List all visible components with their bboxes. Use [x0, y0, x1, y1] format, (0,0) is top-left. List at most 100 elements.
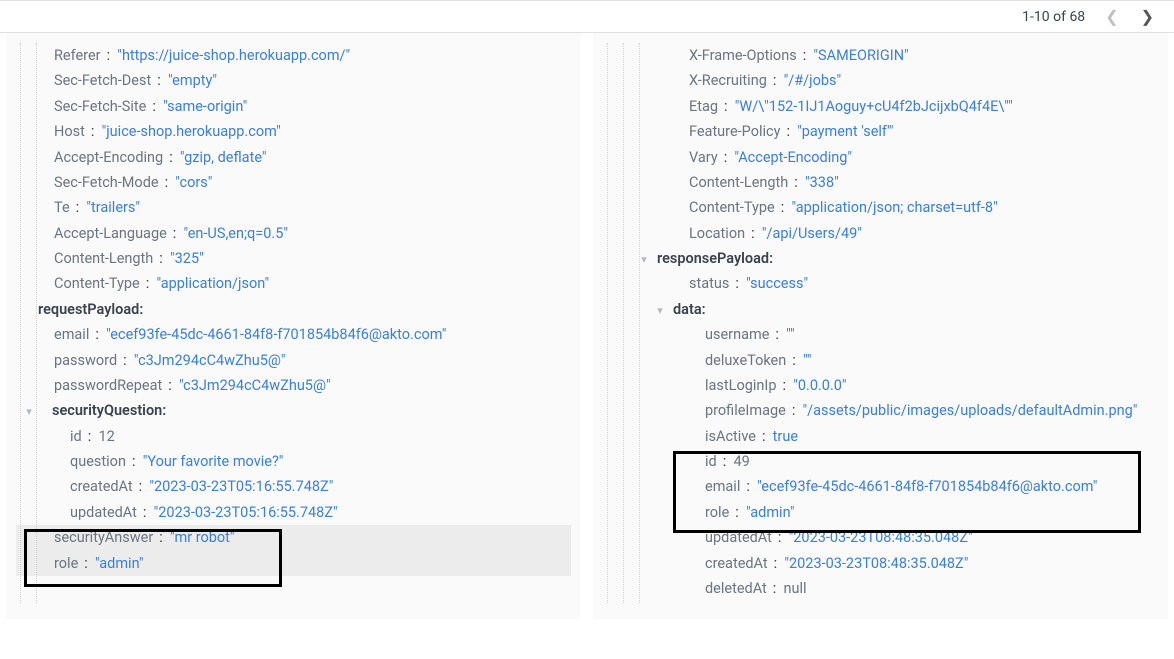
header-val: "trailers"	[86, 195, 140, 220]
section-responsepayload[interactable]: ▾responsePayload:	[603, 246, 1158, 271]
data-isactive-row: isActive: true	[603, 424, 1158, 449]
header-key: X-Frame-Options	[689, 43, 797, 68]
status-val: "success"	[746, 271, 808, 296]
header-val: "en-US,en;q=0.5"	[184, 221, 289, 246]
data-role-row: role: "admin"	[603, 500, 1158, 525]
header-key: Etag	[689, 94, 718, 119]
header-val: "same-origin"	[163, 94, 247, 119]
data-profileimage-row: profileImage: "/assets/public/images/upl…	[603, 398, 1158, 423]
header-row: Accept-Language: "en-US,en;q=0.5"	[16, 221, 571, 246]
header-row: Etag: "W/\"152-1IJ1Aoguy+cU4f2bJcijxbQ4f…	[603, 94, 1158, 119]
header-val: "gzip, deflate"	[180, 145, 267, 170]
sq-key: question	[70, 449, 126, 474]
data-key: updatedAt	[705, 525, 772, 550]
data-lastloginip-row: lastLoginIp: "0.0.0.0"	[603, 373, 1158, 398]
header-val: "SAMEORIGIN"	[813, 43, 908, 68]
header-val: "cors"	[175, 170, 212, 195]
header-val: "juice-shop.herokuapp.com"	[102, 119, 281, 144]
header-key: Feature-Policy	[689, 119, 780, 144]
header-val: "https://juice-shop.herokuapp.com/"	[117, 43, 350, 68]
header-key: Accept-Encoding	[54, 145, 163, 170]
data-key: createdAt	[705, 551, 768, 576]
next-page-icon[interactable]: ❯	[1141, 7, 1154, 26]
data-key: profileImage	[705, 398, 786, 423]
section-label: requestPayload:	[38, 297, 143, 322]
header-val: "payment 'self'"	[797, 119, 893, 144]
data-username-row: username: ""	[603, 322, 1158, 347]
sq-key: createdAt	[70, 474, 133, 499]
header-row: Content-Type: "application/json; charset…	[603, 195, 1158, 220]
data-key: deletedAt	[705, 576, 767, 601]
header-val: "W/\"152-1IJ1Aoguy+cU4f2bJcijxbQ4f4E\""	[735, 94, 1013, 119]
header-row: X-Recruiting: "/#/jobs"	[603, 68, 1158, 93]
data-val: "admin"	[746, 500, 795, 525]
data-deletedat-row: deletedAt: null	[603, 576, 1158, 601]
header-key: Sec-Fetch-Mode	[54, 170, 159, 195]
securityanswer-row: securityAnswer: "mr robot"	[16, 525, 571, 550]
data-updatedat-row: updatedAt: "2023-03-23T08:48:35.048Z"	[603, 525, 1158, 550]
status-key: status	[689, 271, 729, 296]
header-row: Sec-Fetch-Site: "same-origin"	[16, 94, 571, 119]
data-key: deluxeToken	[705, 348, 786, 373]
sq-id-row: id: 12	[16, 424, 571, 449]
data-val: ""	[803, 348, 812, 373]
chevron-down-icon[interactable]: ▾	[653, 301, 667, 320]
header-row: Te: "trailers"	[16, 195, 571, 220]
data-id-row: id: 49	[603, 449, 1158, 474]
header-key: Content-Type	[54, 271, 140, 296]
securityanswer-key: securityAnswer	[54, 525, 153, 550]
data-val: "2023-03-23T08:48:35.048Z"	[784, 551, 968, 576]
content-wrap: Referer: "https://juice-shop.herokuapp.c…	[0, 33, 1174, 625]
payload-val: "c3Jm294cC4wZhu5@"	[134, 348, 286, 373]
section-data[interactable]: ▾ data:	[603, 297, 1158, 322]
prev-page-icon[interactable]: ❮	[1105, 7, 1118, 26]
data-createdat-row: createdAt: "2023-03-23T08:48:35.048Z"	[603, 551, 1158, 576]
data-key: id	[705, 449, 717, 474]
section-securityquestion[interactable]: ▾ securityQuestion:	[16, 398, 571, 423]
status-row: status: "success"	[603, 271, 1158, 296]
data-val: 49	[733, 449, 749, 474]
header-key: Vary	[689, 145, 718, 170]
section-label: securityQuestion:	[52, 398, 166, 423]
header-row: Feature-Policy: "payment 'self'"	[603, 119, 1158, 144]
data-val: true	[773, 424, 798, 449]
sq-val: "2023-03-23T05:16:55.748Z"	[154, 500, 338, 525]
chevron-down-icon[interactable]: ▾	[22, 402, 36, 421]
role-val: "admin"	[95, 551, 144, 576]
header-row: Vary: "Accept-Encoding"	[603, 145, 1158, 170]
header-row: X-Frame-Options: "SAMEORIGIN"	[603, 43, 1158, 68]
header-val: "empty"	[168, 68, 217, 93]
header-row: Content-Length: "325"	[16, 246, 571, 271]
section-label: responsePayload:	[657, 246, 773, 271]
section-requestpayload: requestPayload:	[16, 297, 571, 322]
data-key: isActive	[705, 424, 756, 449]
data-val: "0.0.0.0"	[793, 373, 846, 398]
payload-key: email	[54, 322, 89, 347]
header-val: "/#/jobs"	[784, 68, 842, 93]
header-val: "/api/Users/49"	[762, 221, 862, 246]
header-key: Sec-Fetch-Site	[54, 94, 146, 119]
sq-val: 12	[98, 424, 114, 449]
sq-updatedat-row: updatedAt: "2023-03-23T05:16:55.748Z"	[16, 500, 571, 525]
data-val: ""	[786, 322, 795, 347]
header-row: Sec-Fetch-Mode: "cors"	[16, 170, 571, 195]
header-key: Sec-Fetch-Dest	[54, 68, 151, 93]
data-key: username	[705, 322, 769, 347]
header-key: Location	[689, 221, 745, 246]
header-val: "Accept-Encoding"	[734, 145, 852, 170]
header-row: Referer: "https://juice-shop.herokuapp.c…	[16, 43, 571, 68]
section-label: data:	[673, 297, 706, 322]
payload-val: "c3Jm294cC4wZhu5@"	[179, 373, 331, 398]
data-deluxetoken-row: deluxeToken: ""	[603, 348, 1158, 373]
payload-row: email: "ecef93fe-45dc-4661-84f8-f701854b…	[16, 322, 571, 347]
securityanswer-val: "mr robot"	[170, 525, 235, 550]
payload-key: password	[54, 348, 117, 373]
sq-key: updatedAt	[70, 500, 137, 525]
indent-guide	[639, 43, 640, 603]
indent-guide	[20, 43, 21, 603]
sq-createdat-row: createdAt: "2023-03-23T05:16:55.748Z"	[16, 474, 571, 499]
header-row: Content-Type: "application/json"	[16, 271, 571, 296]
pagination-text: 1-10 of 68	[1022, 9, 1085, 25]
data-email-row: email: "ecef93fe-45dc-4661-84f8-f701854b…	[603, 474, 1158, 499]
pagination-controls: ❮ ❯	[1105, 7, 1154, 26]
